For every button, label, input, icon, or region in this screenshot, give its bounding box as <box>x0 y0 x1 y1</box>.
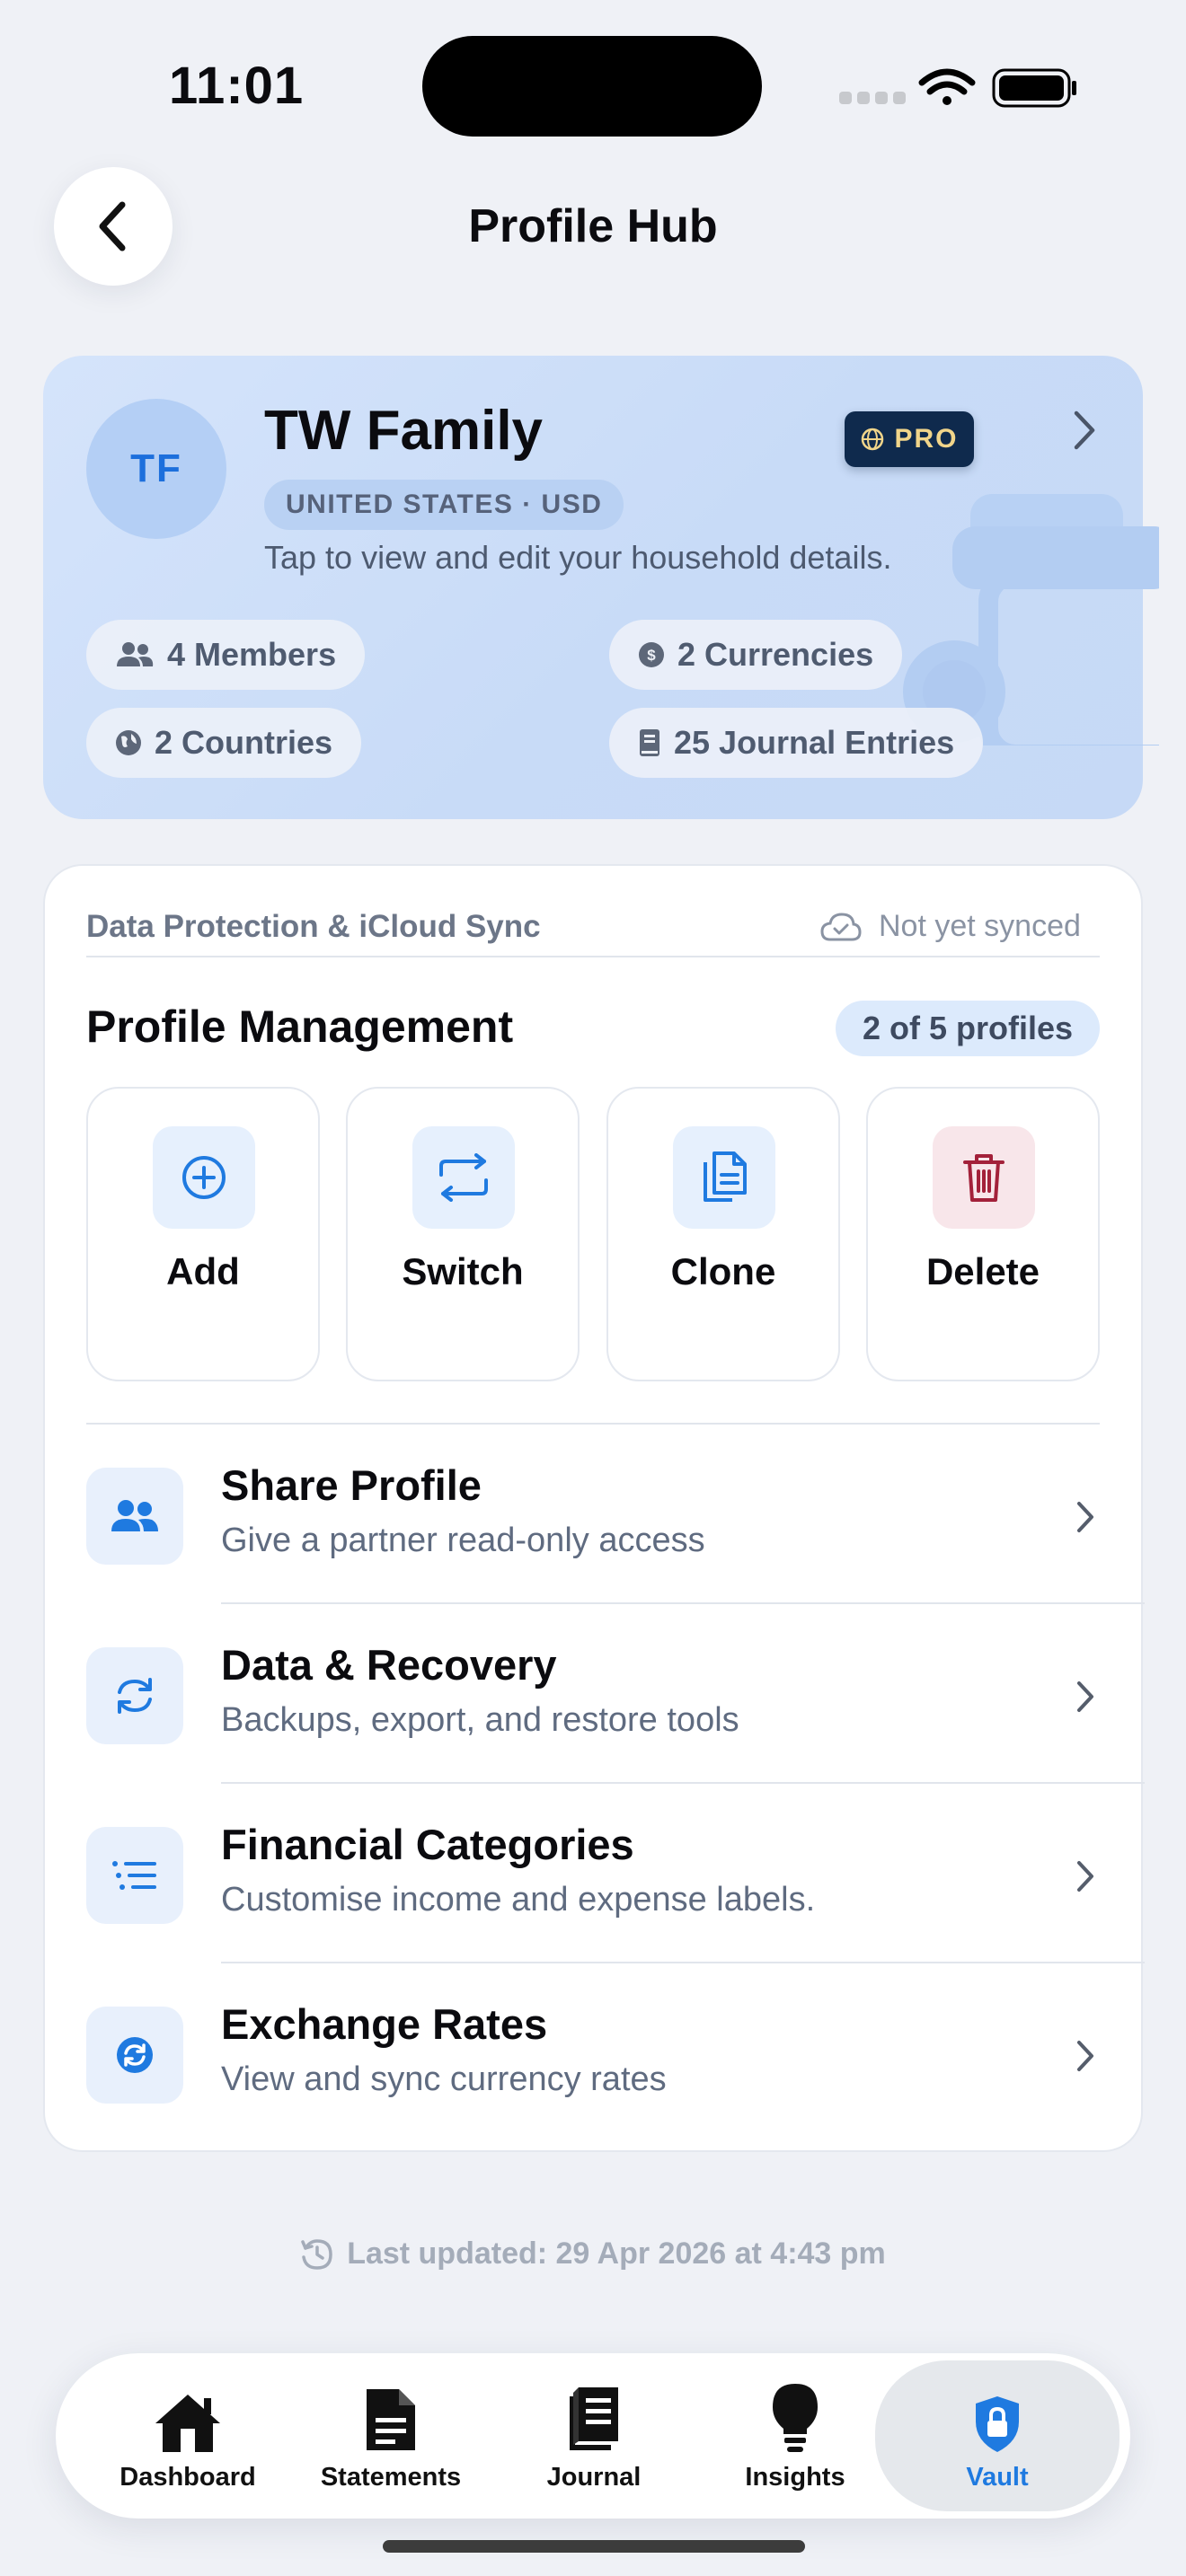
house-icon <box>152 2378 224 2454</box>
list-icon <box>86 1827 183 1924</box>
tab-dashboard[interactable]: Dashboard <box>84 2371 291 2506</box>
switch-arrows-icon <box>412 1126 515 1229</box>
trash-icon <box>933 1126 1035 1229</box>
journal-stat: 25 Journal Entries <box>609 708 984 778</box>
menu-item-subtitle: View and sync currency rates <box>221 2060 667 2098</box>
page-title: Profile Hub <box>468 200 718 252</box>
currency-sync-icon <box>86 2007 183 2104</box>
sync-status-label: Not yet synced <box>879 909 1081 943</box>
chevron-right-icon <box>1077 2041 1093 2071</box>
tab-label: Journal <box>546 2463 642 2492</box>
profile-name: TW Family <box>264 400 544 462</box>
data-recovery-row[interactable]: Data & Recovery Backups, export, and res… <box>86 1604 1145 1784</box>
journal-stat-label: 25 Journal Entries <box>674 724 955 761</box>
lightbulb-icon <box>771 2378 819 2454</box>
last-updated: Last updated: 29 Apr 2026 at 4:43 pm <box>0 2236 1186 2272</box>
people-icon <box>86 1468 183 1565</box>
chevron-right-icon <box>1074 410 1095 450</box>
currencies-stat-label: 2 Currencies <box>677 636 874 673</box>
sync-arrows-icon <box>86 1647 183 1744</box>
exchange-rates-row[interactable]: Exchange Rates View and sync currency ra… <box>86 1963 1143 2143</box>
globe-icon <box>116 730 141 755</box>
menu-item-subtitle: Customise income and expense labels. <box>221 1881 816 1919</box>
last-updated-label: Last updated: 29 Apr 2026 at 4:43 pm <box>347 2236 886 2271</box>
divider <box>86 956 1100 957</box>
tab-label: Statements <box>320 2463 462 2492</box>
chevron-right-icon <box>1077 1681 1093 1712</box>
share-profile-row[interactable]: Share Profile Give a partner read-only a… <box>86 1425 1145 1604</box>
section-title: Profile Management <box>86 1001 514 1052</box>
battery-icon <box>992 68 1076 108</box>
financial-categories-row[interactable]: Financial Categories Customise income an… <box>86 1784 1145 1963</box>
tab-label: Dashboard <box>119 2463 256 2492</box>
book-icon <box>640 729 659 756</box>
members-stat-label: 4 Members <box>167 636 337 673</box>
menu-item-subtitle: Backups, export, and restore tools <box>221 1701 739 1739</box>
tab-label: Insights <box>745 2463 845 2492</box>
chevron-right-icon <box>1077 1502 1093 1532</box>
add-profile-button[interactable]: Add <box>86 1087 320 1381</box>
document-icon <box>363 2378 419 2454</box>
cellular-signal-icon <box>839 92 906 104</box>
tab-label: Vault <box>966 2463 1029 2492</box>
menu-item-title: Share Profile <box>221 1461 482 1509</box>
countries-stat-label: 2 Countries <box>155 724 333 761</box>
members-stat: 4 Members <box>86 620 366 690</box>
sync-status[interactable]: Not yet synced <box>819 909 1081 944</box>
add-profile-label: Add <box>166 1250 240 1292</box>
wifi-icon <box>918 68 976 105</box>
history-clock-icon <box>301 2238 332 2270</box>
clone-profile-label: Clone <box>670 1250 776 1292</box>
switch-profile-button[interactable]: Switch <box>346 1087 580 1381</box>
svg-text:$: $ <box>647 647 656 664</box>
avatar: TF <box>86 399 226 539</box>
menu-item-title: Data & Recovery <box>221 1641 557 1689</box>
tab-statements[interactable]: Statements <box>288 2371 494 2506</box>
tab-journal[interactable]: Journal <box>491 2371 697 2506</box>
dynamic-island <box>422 36 762 137</box>
wallet-decoration-icon <box>903 494 1159 745</box>
menu-item-title: Financial Categories <box>221 1821 634 1868</box>
chevron-right-icon <box>1077 1861 1093 1892</box>
profile-description: Tap to view and edit your household deta… <box>264 539 892 576</box>
menu-item-title: Exchange Rates <box>221 2000 548 2048</box>
tab-vault[interactable]: Vault <box>875 2360 1120 2511</box>
status-icons <box>839 68 1076 108</box>
switch-profile-label: Switch <box>402 1250 524 1292</box>
status-time: 11:01 <box>169 57 305 115</box>
pro-badge: PRO <box>845 411 974 467</box>
lock-shield-icon <box>972 2378 1022 2454</box>
menu-item-subtitle: Give a partner read-only access <box>221 1522 705 1559</box>
profile-count-badge: 2 of 5 profiles <box>836 1001 1100 1056</box>
dollar-coin-icon: $ <box>639 642 664 667</box>
plus-circle-icon <box>153 1126 255 1229</box>
pro-badge-label: PRO <box>894 424 959 454</box>
cloud-check-icon <box>820 912 862 940</box>
currencies-stat: $ 2 Currencies <box>609 620 903 690</box>
clone-icon <box>673 1126 775 1229</box>
people-icon <box>117 642 154 666</box>
globe-icon <box>862 428 884 451</box>
locale-pill: UNITED STATES · USD <box>264 480 624 530</box>
countries-stat: 2 Countries <box>86 708 362 778</box>
delete-profile-label: Delete <box>925 1250 1040 1292</box>
home-indicator <box>383 2540 805 2553</box>
journal-icon <box>564 2378 624 2454</box>
delete-profile-button[interactable]: Delete <box>866 1087 1100 1381</box>
sync-section-label: Data Protection & iCloud Sync <box>86 909 541 944</box>
clone-profile-button[interactable]: Clone <box>606 1087 840 1381</box>
tab-insights[interactable]: Insights <box>692 2371 898 2506</box>
